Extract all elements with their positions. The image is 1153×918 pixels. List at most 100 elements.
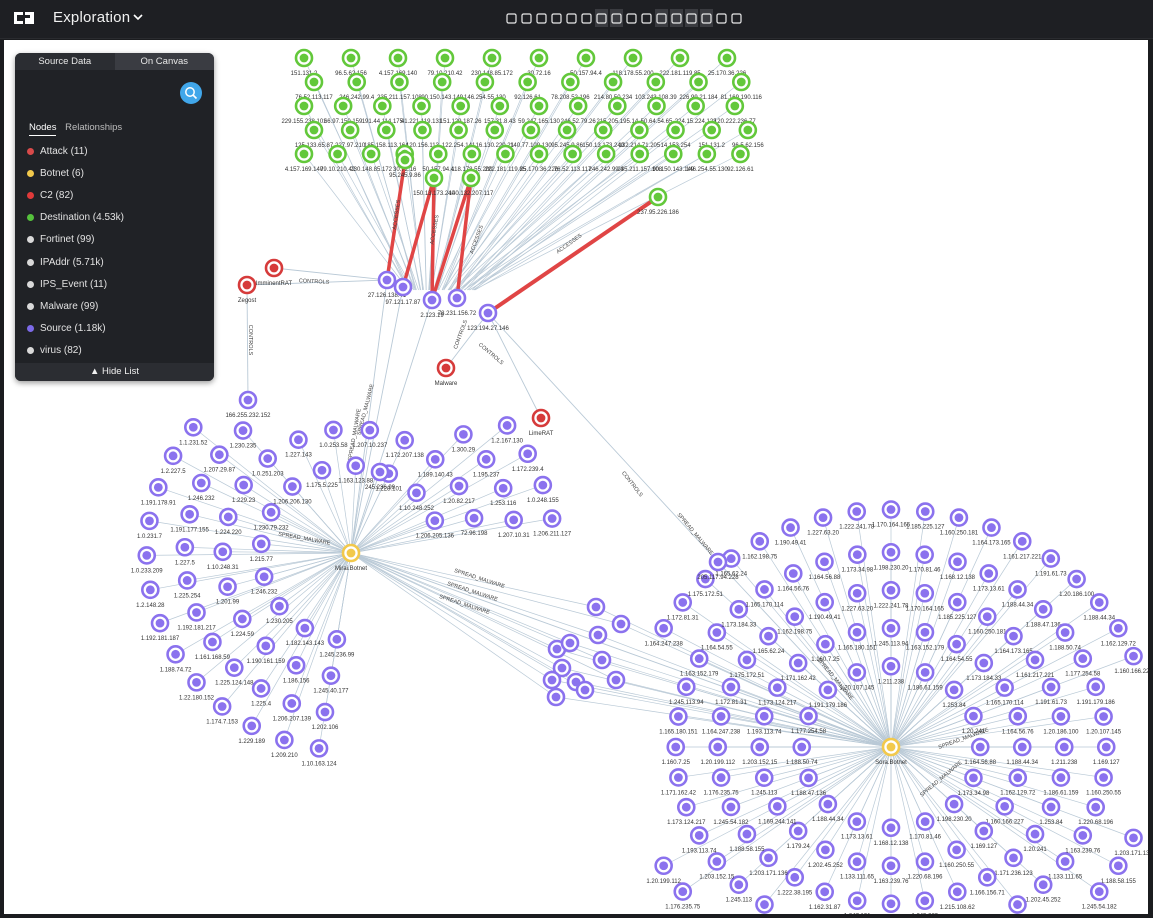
source-node[interactable] [1086,797,1106,817]
node-type-item[interactable]: Destination (4.53k) [15,207,214,229]
source-node[interactable] [275,730,294,750]
destination-node[interactable] [697,144,717,164]
destination-node[interactable] [630,120,649,140]
source-node[interactable] [666,737,686,757]
source-node[interactable] [847,852,867,872]
source-node[interactable] [258,449,278,468]
destination-node[interactable] [449,120,468,140]
destination-node[interactable] [738,120,758,140]
source-node[interactable] [1051,707,1071,726]
source-node[interactable] [586,597,606,617]
source-node[interactable] [977,868,997,887]
source-node[interactable] [1025,650,1045,670]
source-node[interactable] [1008,768,1028,788]
source-node[interactable] [542,670,562,690]
source-node[interactable] [669,768,688,787]
source-node[interactable] [711,768,731,787]
destination-node[interactable] [373,96,392,116]
source-node[interactable] [847,502,867,521]
destination-node[interactable] [390,72,409,92]
source-node[interactable] [611,614,631,634]
node-type-item[interactable]: Fortinet (99) [15,229,214,251]
source-node[interactable] [1089,593,1109,612]
destination-node[interactable] [432,72,452,92]
destination-node[interactable] [294,48,314,68]
source-node[interactable] [218,577,237,597]
destination-node[interactable] [608,96,627,116]
source-node[interactable] [184,417,203,437]
source-node[interactable] [1096,737,1116,757]
source-node[interactable] [180,504,199,524]
source-node[interactable] [947,634,966,654]
node-type-item[interactable]: IPS_Event (11) [15,273,214,295]
source-node[interactable] [447,288,467,308]
destination-node[interactable] [593,120,613,140]
source-node[interactable] [1012,532,1032,551]
source-node[interactable] [815,592,835,612]
c2-node[interactable] [237,275,257,295]
layout-icon-button[interactable] [580,9,593,27]
source-node[interactable] [242,716,262,736]
source-node[interactable] [166,645,185,664]
destination-node[interactable] [529,48,549,68]
source-node[interactable] [175,537,195,557]
source-node[interactable] [407,483,426,503]
arrow-left-icon-button[interactable] [505,9,518,27]
source-node[interactable] [393,277,413,297]
source-node[interactable] [813,508,833,527]
c2-node[interactable] [531,408,551,428]
source-node[interactable] [309,739,329,758]
source-node[interactable] [944,794,964,814]
source-node[interactable] [947,592,967,612]
botnet-node[interactable] [341,543,361,563]
source-node[interactable] [1073,649,1093,668]
source-node[interactable] [1041,797,1061,817]
destination-node[interactable] [412,96,431,116]
source-node[interactable] [233,609,252,629]
source-node[interactable] [654,618,673,638]
destination-node[interactable] [731,144,750,164]
source-node[interactable] [137,546,157,565]
source-node[interactable] [729,599,749,619]
source-node[interactable] [847,622,867,642]
source-node[interactable] [327,630,347,649]
source-node[interactable] [788,653,808,673]
tab-source-data[interactable]: Source Data [15,53,115,70]
source-node[interactable] [737,824,757,844]
destination-node[interactable] [340,120,360,140]
source-node[interactable] [848,545,867,564]
source-node[interactable] [947,840,966,860]
destination-node[interactable] [304,72,324,92]
destination-node[interactable] [361,144,381,164]
source-node[interactable] [256,636,276,656]
source-node[interactable] [546,687,566,707]
source-node[interactable] [213,542,233,562]
source-node[interactable] [673,882,693,901]
source-node[interactable] [847,583,867,603]
source-node[interactable] [234,475,253,495]
node-type-item[interactable]: IPAddr (5.71k) [15,251,214,273]
source-node[interactable] [1073,826,1093,845]
source-node[interactable] [977,607,997,626]
source-node[interactable] [974,821,994,841]
tab-on-canvas[interactable]: On Canvas [114,53,214,70]
source-node[interactable] [212,697,232,716]
select-icon-button[interactable] [565,9,578,27]
destination-node[interactable] [485,120,505,140]
source-node[interactable] [1051,768,1071,787]
destination-node[interactable] [670,48,690,68]
source-node[interactable] [518,444,537,464]
destination-node[interactable] [630,144,650,164]
destination-node[interactable] [388,48,408,68]
source-node[interactable] [575,680,595,700]
source-node[interactable] [1008,580,1027,599]
source-node[interactable] [818,680,838,700]
destination-node[interactable] [475,72,495,92]
source-node[interactable] [982,518,1001,537]
source-node[interactable] [708,737,728,757]
destination-node[interactable] [666,120,685,140]
source-node[interactable] [755,580,774,599]
source-node[interactable] [1067,569,1086,589]
source-node[interactable] [346,456,366,476]
zoom-in-icon-button[interactable] [625,9,638,27]
